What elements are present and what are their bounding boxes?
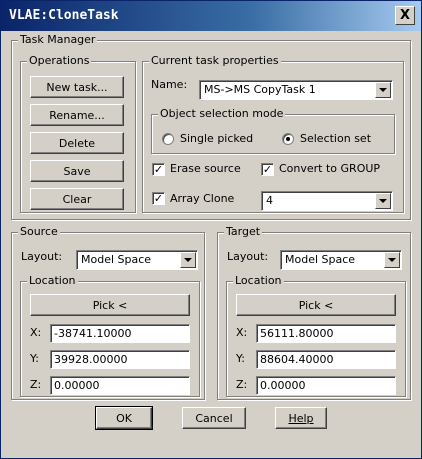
target-pick-button[interactable]: Pick < [236, 294, 396, 316]
chevron-down-icon[interactable] [375, 82, 391, 98]
selection-set-label: Selection set [300, 132, 372, 145]
title-bar[interactable]: VLAE:CloneTask X [1, 1, 421, 31]
object-selection-group: Object selection mode Single picked Sele… [151, 107, 395, 154]
operations-label: Operations [27, 54, 92, 68]
window-title: VLAE:CloneTask [9, 8, 119, 23]
close-icon: X [399, 8, 411, 23]
array-clone-label: Array Clone [170, 192, 235, 205]
task-manager-label: Task Manager [18, 33, 98, 47]
close-button[interactable]: X [395, 6, 415, 25]
source-layout-value: Model Space [81, 253, 152, 266]
source-layout-label: Layout: [21, 250, 63, 263]
target-z-label: Z: [236, 378, 248, 391]
erase-source-checkbox[interactable]: ✓ [152, 163, 165, 176]
chevron-down-icon[interactable] [384, 252, 400, 268]
check-icon: ✓ [262, 163, 273, 176]
source-location-label: Location [27, 274, 78, 288]
target-location-label: Location [233, 274, 284, 288]
source-label: Source [18, 225, 60, 239]
clear-button[interactable]: Clear [30, 188, 124, 210]
task-name-select[interactable]: MS->MS CopyTask 1 [199, 80, 393, 100]
source-layout-select[interactable]: Model Space [76, 250, 198, 270]
single-picked-radio[interactable] [162, 133, 174, 145]
target-layout-select[interactable]: Model Space [280, 250, 402, 270]
target-z-input[interactable]: 0.00000 [256, 376, 396, 395]
chevron-down-icon[interactable] [180, 252, 196, 268]
array-count-select[interactable]: 4 [261, 191, 393, 211]
task-manager-group: Task Manager Operations New task... Rena… [11, 33, 411, 220]
chevron-down-icon[interactable] [375, 193, 391, 209]
target-x-input[interactable]: 56111.80000 [256, 324, 396, 343]
task-name-value: MS->MS CopyTask 1 [204, 83, 316, 96]
target-location-group: Location Pick < X: 56111.80000 Y: 88604.… [226, 274, 406, 397]
check-icon: ✓ [153, 192, 164, 205]
source-z-input[interactable]: 0.00000 [50, 376, 190, 395]
array-clone-checkbox[interactable]: ✓ [152, 192, 165, 205]
object-selection-label: Object selection mode [158, 107, 286, 121]
new-task-button[interactable]: New task... [30, 76, 124, 98]
check-icon: ✓ [153, 163, 164, 176]
selection-set-radio[interactable] [282, 133, 294, 145]
source-y-input[interactable]: 39928.00000 [50, 350, 190, 369]
ok-button[interactable]: OK [95, 406, 153, 430]
source-x-label: X: [30, 326, 42, 339]
convert-group-label: Convert to GROUP [279, 162, 381, 175]
current-task-label: Current task properties [149, 54, 281, 68]
source-y-label: Y: [30, 352, 39, 365]
cancel-button[interactable]: Cancel [182, 407, 246, 429]
help-button[interactable]: Help [275, 407, 327, 429]
rename-button[interactable]: Rename... [30, 104, 124, 126]
target-y-input[interactable]: 88604.40000 [256, 350, 396, 369]
save-button[interactable]: Save [30, 160, 124, 182]
delete-button[interactable]: Delete [30, 132, 124, 154]
target-y-label: Y: [236, 352, 245, 365]
name-label: Name: [151, 78, 188, 91]
source-location-group: Location Pick < X: -38741.10000 Y: 39928… [20, 274, 200, 397]
clone-task-dialog: VLAE:CloneTask X Task Manager Operations… [0, 0, 422, 459]
erase-source-label: Erase source [170, 162, 241, 175]
current-task-group: Current task properties Name: MS->MS Cop… [142, 54, 404, 213]
target-layout-value: Model Space [285, 253, 356, 266]
target-group: Target Layout: Model Space Location Pick… [217, 225, 411, 400]
target-x-label: X: [236, 326, 248, 339]
operations-group: Operations New task... Rename... Delete … [20, 54, 136, 213]
source-x-input[interactable]: -38741.10000 [50, 324, 190, 343]
source-z-label: Z: [30, 378, 42, 391]
target-label: Target [224, 225, 263, 239]
target-layout-label: Layout: [227, 250, 269, 263]
convert-group-checkbox[interactable]: ✓ [261, 163, 274, 176]
source-pick-button[interactable]: Pick < [30, 294, 190, 316]
single-picked-label: Single picked [180, 132, 254, 145]
source-group: Source Layout: Model Space Location Pick… [11, 225, 205, 400]
array-count-value: 4 [266, 194, 273, 207]
